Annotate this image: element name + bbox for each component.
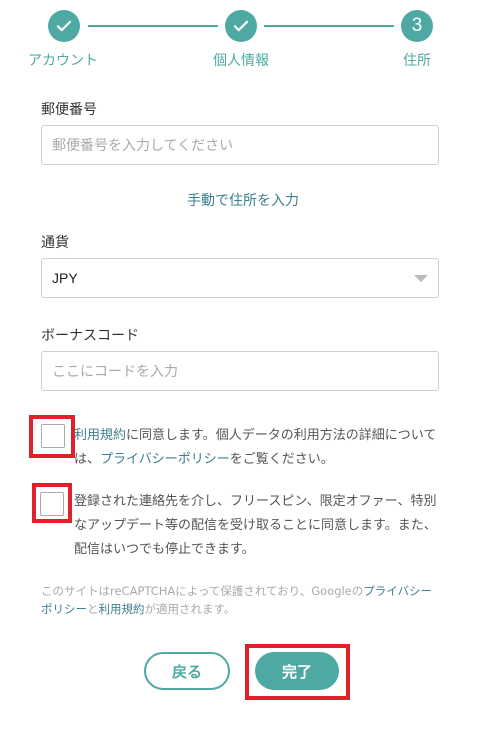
chevron-down-icon bbox=[414, 275, 428, 282]
back-button[interactable]: 戻る bbox=[144, 652, 230, 690]
postal-code-placeholder: 郵便番号を入力してください bbox=[52, 138, 234, 154]
step-connector bbox=[264, 25, 394, 27]
step-3-label: 住所 bbox=[403, 53, 431, 69]
recaptcha-text-2: と bbox=[87, 602, 99, 616]
manual-address-link[interactable]: 手動で住所を入力 bbox=[0, 190, 486, 210]
terms-link[interactable]: 利用規約 bbox=[74, 428, 126, 443]
progress-stepper: 3 アカウント 個人情報 住所 bbox=[0, 0, 486, 80]
marketing-checkbox[interactable] bbox=[40, 492, 64, 516]
recaptcha-text: このサイトはreCAPTCHAによって保護されており、Googleの bbox=[41, 584, 364, 598]
terms-text: に同意します。個人データの利用方法の詳細について bbox=[126, 428, 437, 443]
currency-value: JPY bbox=[52, 270, 78, 286]
step-1-label: アカウント bbox=[28, 53, 98, 69]
google-terms-link[interactable]: 利用規約 bbox=[99, 602, 145, 616]
step-2-check-icon bbox=[225, 10, 257, 42]
terms-text-3: をご覧ください。 bbox=[229, 452, 334, 467]
step-1-check-icon bbox=[48, 10, 80, 42]
bonus-code-placeholder: ここにコードを入力 bbox=[52, 364, 178, 380]
step-3-circle: 3 bbox=[401, 10, 433, 42]
complete-button[interactable]: 完了 bbox=[255, 652, 339, 690]
terms-consent-text: 利用規約に同意します。個人データの利用方法の詳細については、プライバシーポリシー… bbox=[74, 424, 444, 472]
privacy-policy-link[interactable]: プライバシーポリシー bbox=[100, 452, 230, 467]
currency-select[interactable]: JPY bbox=[41, 258, 439, 298]
currency-label: 通貨 bbox=[41, 235, 69, 251]
postal-code-input[interactable]: 郵便番号を入力してください bbox=[41, 125, 439, 165]
marketing-consent-text: 登録された連絡先を介し、フリースピン、限定オファー、特別なアップデート等の配信を… bbox=[74, 494, 437, 557]
recaptcha-notice: このサイトはreCAPTCHAによって保護されており、Googleのプライバシー… bbox=[41, 582, 441, 618]
step-connector bbox=[88, 25, 218, 27]
step-3-number: 3 bbox=[411, 15, 423, 36]
terms-text-2: は、 bbox=[74, 452, 101, 467]
bonus-code-label: ボーナスコード bbox=[41, 328, 139, 344]
recaptcha-text-3: が適用されます。 bbox=[144, 602, 236, 616]
step-2-label: 個人情報 bbox=[213, 53, 269, 69]
bonus-code-input[interactable]: ここにコードを入力 bbox=[41, 351, 439, 391]
terms-checkbox[interactable] bbox=[41, 424, 65, 448]
postal-code-label: 郵便番号 bbox=[41, 102, 97, 118]
